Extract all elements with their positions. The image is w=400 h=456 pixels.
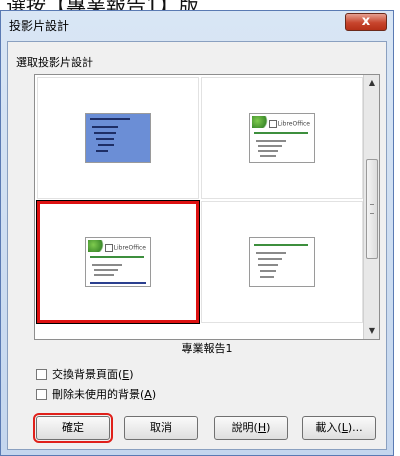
layout-thumbnail-1[interactable] — [37, 77, 199, 199]
cancel-button-label: 取消 — [150, 421, 172, 434]
title-bar: 投影片設計 x — [1, 11, 393, 39]
selected-layout-name: 專業報告1 — [181, 342, 233, 355]
slide-preview — [85, 113, 151, 163]
libreoffice-logo: LibreOffice — [268, 120, 310, 128]
close-button[interactable]: x — [345, 13, 387, 31]
ok-button[interactable]: 確定 — [33, 413, 113, 443]
slide-preview: LibreOffice — [85, 237, 151, 287]
slide-design-dialog: 投影片設計 x 選取投影片設計 LibreOffice LibreOffice … — [0, 10, 394, 456]
libreoffice-logo: LibreOffice — [104, 244, 146, 252]
load-button-label: 載入(L)... — [315, 421, 363, 434]
delete-unused-backgrounds-checkbox[interactable] — [36, 388, 47, 400]
ok-button-label: 確定 — [62, 421, 84, 434]
section-label: 選取投影片設計 — [16, 56, 93, 69]
cancel-button[interactable]: 取消 — [124, 416, 198, 440]
help-button[interactable]: 說明(H) — [214, 416, 288, 440]
delete-unused-backgrounds-option[interactable]: 刪除未使用的背景(A) — [36, 386, 156, 402]
delete-unused-backgrounds-label: 刪除未使用的背景(A) — [52, 388, 157, 401]
grip-icon — [370, 204, 374, 214]
load-button[interactable]: 載入(L)... — [302, 416, 376, 440]
scroll-thumb[interactable] — [366, 159, 378, 259]
layout-thumbnail-3-selected[interactable]: LibreOffice — [36, 200, 200, 324]
scroll-up-arrow-icon[interactable]: ▲ — [364, 75, 380, 91]
layout-gallery[interactable]: LibreOffice LibreOffice ▲ ▼ — [34, 74, 380, 340]
exchange-background-checkbox[interactable] — [36, 368, 47, 380]
scroll-down-arrow-icon[interactable]: ▼ — [364, 323, 380, 339]
close-icon: x — [361, 14, 371, 29]
dialog-body: 選取投影片設計 LibreOffice LibreOffice ▲ ▼ 專業報告… — [7, 41, 387, 450]
vertical-scrollbar[interactable]: ▲ ▼ — [363, 75, 379, 339]
slide-preview: LibreOffice — [249, 113, 315, 163]
slide-preview — [249, 237, 315, 287]
exchange-background-option[interactable]: 交換背景頁面(E) — [36, 366, 134, 382]
help-button-label: 說明(H) — [231, 421, 271, 434]
leaf-graphic — [252, 116, 270, 128]
dialog-title: 投影片設計 — [9, 19, 70, 33]
layout-thumbnail-4[interactable] — [201, 201, 363, 323]
leaf-graphic — [88, 240, 106, 252]
exchange-background-label: 交換背景頁面(E) — [52, 368, 134, 381]
layout-thumbnail-2[interactable]: LibreOffice — [201, 77, 363, 199]
